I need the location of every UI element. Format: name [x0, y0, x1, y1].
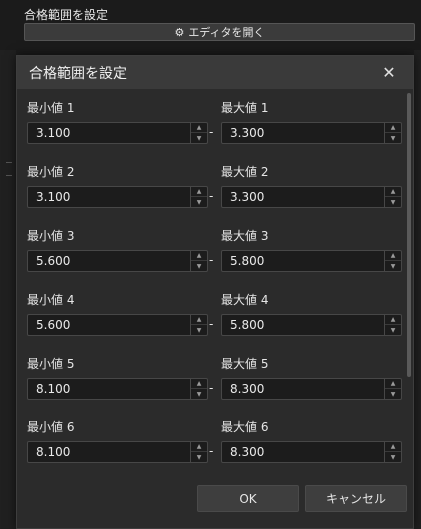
max-value-5-spinner: ▲ ▼: [384, 379, 401, 399]
min-label-2: 最小値 2: [27, 165, 75, 179]
max-label-4: 最大値 4: [221, 293, 269, 307]
spin-up-icon[interactable]: ▲: [191, 379, 207, 389]
spin-up-icon[interactable]: ▲: [385, 187, 401, 197]
spin-up-icon[interactable]: ▲: [385, 123, 401, 133]
min-value-5[interactable]: 8.100: [36, 382, 70, 396]
background-mark: [6, 175, 12, 176]
min-value-3-spinner: ▲ ▼: [190, 251, 207, 271]
max-label-2: 最大値 2: [221, 165, 269, 179]
dialog-title: 合格範囲を設定: [29, 65, 127, 82]
min-value-1-spinner: ▲ ▼: [190, 123, 207, 143]
pass-range-dialog: 合格範囲を設定 ✕ 最小値 1 最大値 1 3.100 ▲ ▼ - 3.300 …: [16, 55, 414, 529]
spin-down-icon[interactable]: ▼: [191, 452, 207, 462]
spin-up-icon[interactable]: ▲: [385, 442, 401, 452]
min-value-4-field[interactable]: 5.600 ▲ ▼: [27, 314, 208, 336]
min-value-4-spinner: ▲ ▼: [190, 315, 207, 335]
max-value-4-spinner: ▲ ▼: [384, 315, 401, 335]
max-value-3[interactable]: 5.800: [230, 254, 264, 268]
spin-down-icon[interactable]: ▼: [191, 133, 207, 143]
spin-down-icon[interactable]: ▼: [191, 389, 207, 399]
range-separator: -: [209, 125, 214, 139]
scrollbar-thumb[interactable]: [407, 93, 411, 377]
max-value-6-field[interactable]: 8.300 ▲ ▼: [221, 441, 402, 463]
spin-up-icon[interactable]: ▲: [191, 315, 207, 325]
spin-down-icon[interactable]: ▼: [385, 452, 401, 462]
cancel-button[interactable]: キャンセル: [305, 485, 407, 512]
min-value-2[interactable]: 3.100: [36, 190, 70, 204]
min-value-5-field[interactable]: 8.100 ▲ ▼: [27, 378, 208, 400]
background-title: 合格範囲を設定: [24, 8, 109, 22]
max-value-2-field[interactable]: 3.300 ▲ ▼: [221, 186, 402, 208]
max-value-3-spinner: ▲ ▼: [384, 251, 401, 271]
spin-down-icon[interactable]: ▼: [191, 261, 207, 271]
background-left-strip: [0, 50, 16, 529]
max-value-2[interactable]: 3.300: [230, 190, 264, 204]
spin-down-icon[interactable]: ▼: [385, 261, 401, 271]
spin-up-icon[interactable]: ▲: [385, 315, 401, 325]
max-value-2-spinner: ▲ ▼: [384, 187, 401, 207]
dialog-scrollbar[interactable]: [407, 89, 411, 465]
min-value-6-spinner: ▲ ▼: [190, 442, 207, 462]
min-label-3: 最小値 3: [27, 229, 75, 243]
min-value-2-field[interactable]: 3.100 ▲ ▼: [27, 186, 208, 208]
max-value-5-field[interactable]: 8.300 ▲ ▼: [221, 378, 402, 400]
max-label-3: 最大値 3: [221, 229, 269, 243]
background-right-strip: [414, 50, 421, 529]
max-value-1[interactable]: 3.300: [230, 126, 264, 140]
max-label-6: 最大値 6: [221, 420, 269, 434]
min-label-5: 最小値 5: [27, 357, 75, 371]
spin-down-icon[interactable]: ▼: [385, 389, 401, 399]
gear-icon: ⚙: [174, 25, 185, 39]
background-mark: [6, 162, 12, 163]
dialog-footer: OK キャンセル: [17, 465, 413, 528]
spin-up-icon[interactable]: ▲: [385, 251, 401, 261]
max-value-4-field[interactable]: 5.800 ▲ ▼: [221, 314, 402, 336]
min-label-1: 最小値 1: [27, 101, 75, 115]
max-label-1: 最大値 1: [221, 101, 269, 115]
spin-up-icon[interactable]: ▲: [191, 442, 207, 452]
open-editor-label: エディタを開く: [188, 26, 265, 39]
spin-up-icon[interactable]: ▲: [191, 123, 207, 133]
range-separator: -: [209, 317, 214, 331]
spin-down-icon[interactable]: ▼: [385, 133, 401, 143]
range-separator: -: [209, 189, 214, 203]
open-editor-button[interactable]: ⚙ エディタを開く: [24, 23, 415, 41]
max-value-6[interactable]: 8.300: [230, 445, 264, 459]
min-value-3[interactable]: 5.600: [36, 254, 70, 268]
min-label-4: 最小値 4: [27, 293, 75, 307]
min-value-5-spinner: ▲ ▼: [190, 379, 207, 399]
spin-down-icon[interactable]: ▼: [385, 197, 401, 207]
min-value-3-field[interactable]: 5.600 ▲ ▼: [27, 250, 208, 272]
min-value-1[interactable]: 3.100: [36, 126, 70, 140]
close-icon[interactable]: ✕: [379, 62, 399, 82]
range-separator: -: [209, 381, 214, 395]
spin-up-icon[interactable]: ▲: [385, 379, 401, 389]
ok-button[interactable]: OK: [197, 485, 299, 512]
min-value-6[interactable]: 8.100: [36, 445, 70, 459]
max-label-5: 最大値 5: [221, 357, 269, 371]
min-value-6-field[interactable]: 8.100 ▲ ▼: [27, 441, 208, 463]
max-value-1-spinner: ▲ ▼: [384, 123, 401, 143]
max-value-1-field[interactable]: 3.300 ▲ ▼: [221, 122, 402, 144]
max-value-5[interactable]: 8.300: [230, 382, 264, 396]
spin-up-icon[interactable]: ▲: [191, 251, 207, 261]
max-value-6-spinner: ▲ ▼: [384, 442, 401, 462]
min-value-1-field[interactable]: 3.100 ▲ ▼: [27, 122, 208, 144]
min-label-6: 最小値 6: [27, 420, 75, 434]
dialog-header: 合格範囲を設定: [17, 56, 413, 89]
max-value-4[interactable]: 5.800: [230, 318, 264, 332]
range-separator: -: [209, 253, 214, 267]
spin-down-icon[interactable]: ▼: [385, 325, 401, 335]
range-separator: -: [209, 444, 214, 458]
min-value-2-spinner: ▲ ▼: [190, 187, 207, 207]
spin-up-icon[interactable]: ▲: [191, 187, 207, 197]
spin-down-icon[interactable]: ▼: [191, 325, 207, 335]
spin-down-icon[interactable]: ▼: [191, 197, 207, 207]
min-value-4[interactable]: 5.600: [36, 318, 70, 332]
max-value-3-field[interactable]: 5.800 ▲ ▼: [221, 250, 402, 272]
dialog-body: 最小値 1 最大値 1 3.100 ▲ ▼ - 3.300 ▲ ▼ 最小値 2 …: [17, 89, 413, 465]
